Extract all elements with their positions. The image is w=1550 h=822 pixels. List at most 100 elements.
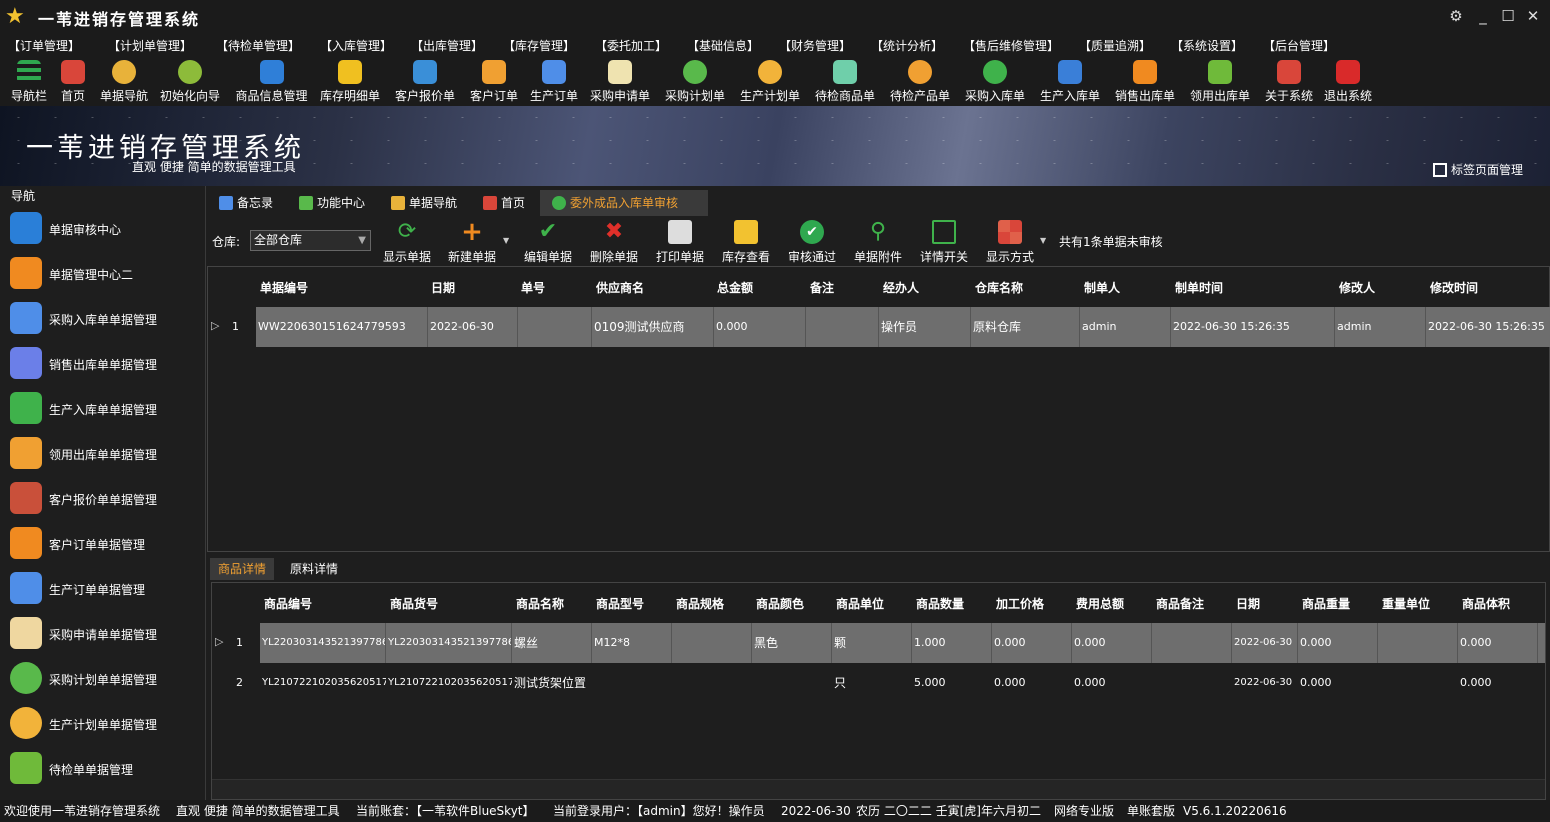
settings-gear-icon[interactable]: ⚙ (1445, 5, 1467, 27)
sidebar-item-customer-quote[interactable]: 客户报价单单据管理 (0, 475, 205, 519)
col-modify-time[interactable]: 修改时间 (1430, 279, 1478, 296)
col-product-qty[interactable]: 商品数量 (916, 595, 964, 612)
tb-purchase-inbound-button[interactable]: 采购入库单 (965, 60, 1025, 104)
tb-purchase-plan-button[interactable]: 采购计划单 (665, 60, 725, 104)
display-mode-button[interactable]: 显示方式 (986, 220, 1034, 265)
tb-nav-button[interactable]: 导航栏 (9, 60, 49, 104)
sidebar-item-purchase-request[interactable]: 采购申请单单据管理 (0, 610, 205, 654)
print-doc-button[interactable]: 打印单据 (656, 220, 704, 265)
tb-stock-detail-button[interactable]: 库存明细单 (320, 60, 380, 104)
menu-orders[interactable]: 【订单管理】 (8, 37, 80, 54)
col-weight-unit[interactable]: 重量单位 (1382, 595, 1430, 612)
tab-memo[interactable]: 备忘录 (207, 190, 287, 216)
new-doc-button[interactable]: + 新建单据 (448, 219, 496, 265)
tab-material-details[interactable]: 原料详情 (282, 558, 346, 580)
menu-outsourcing[interactable]: 【委托加工】 (595, 37, 667, 54)
show-docs-button[interactable]: ⟳ 显示单据 (383, 220, 431, 265)
delete-doc-button[interactable]: ✖ 删除单据 (590, 220, 638, 265)
tb-purchase-request-button[interactable]: 采购申请单 (590, 60, 650, 104)
col-product-spec[interactable]: 商品规格 (676, 595, 724, 612)
col-product-model[interactable]: 商品型号 (596, 595, 644, 612)
menu-basic-info[interactable]: 【基础信息】 (687, 37, 759, 54)
col-warehouse[interactable]: 仓库名称 (975, 279, 1023, 296)
menu-inbound[interactable]: 【入库管理】 (320, 37, 392, 54)
sidebar-item-purchase-inbound[interactable]: 采购入库单单据管理 (0, 295, 205, 339)
tb-production-order-button[interactable]: 生产订单 (530, 60, 578, 104)
sidebar-item-audit-center[interactable]: 单据审核中心 (0, 205, 205, 249)
minimize-button[interactable]: _ (1472, 5, 1494, 27)
col-product-color[interactable]: 商品颜色 (756, 595, 804, 612)
horizontal-scrollbar[interactable] (212, 779, 1545, 799)
col-date[interactable]: 日期 (431, 279, 455, 296)
tab-home[interactable]: 首页 (471, 190, 539, 216)
tab-manage-button[interactable]: 标签页面管理 (1433, 161, 1523, 178)
tb-doc-nav-button[interactable]: 单据导航 (100, 60, 148, 104)
menu-quality[interactable]: 【质量追溯】 (1079, 37, 1151, 54)
tb-production-inbound-button[interactable]: 生产入库单 (1040, 60, 1100, 104)
sidebar-item-sales-outbound[interactable]: 销售出库单单据管理 (0, 340, 205, 384)
col-total[interactable]: 总金额 (717, 279, 753, 296)
menu-statistics[interactable]: 【统计分析】 (871, 37, 943, 54)
tb-production-plan-button[interactable]: 生产计划单 (740, 60, 800, 104)
col-product-name[interactable]: 商品名称 (516, 595, 564, 612)
sidebar-item-purchase-plan[interactable]: 采购计划单单据管理 (0, 655, 205, 699)
edit-doc-button[interactable]: ✔ 编辑单据 (524, 220, 572, 265)
menu-finance[interactable]: 【财务管理】 (779, 37, 851, 54)
tb-about-button[interactable]: 关于系统 (1265, 60, 1313, 104)
close-button[interactable]: ✕ (1522, 5, 1544, 27)
col-create-time[interactable]: 制单时间 (1175, 279, 1223, 296)
col-creator[interactable]: 制单人 (1084, 279, 1120, 296)
col-product-sku[interactable]: 商品货号 (390, 595, 438, 612)
menu-settings[interactable]: 【系统设置】 (1171, 37, 1243, 54)
col-supplier[interactable]: 供应商名 (596, 279, 644, 296)
tb-sales-outbound-button[interactable]: 销售出库单 (1115, 60, 1175, 104)
col-product-unit[interactable]: 商品单位 (836, 595, 884, 612)
tab-function-center[interactable]: 功能中心 (287, 190, 377, 216)
sidebar-item-customer-order[interactable]: 客户订单单据管理 (0, 520, 205, 564)
tb-quote-button[interactable]: 客户报价单 (395, 60, 455, 104)
menu-after-sales[interactable]: 【售后维修管理】 (963, 37, 1059, 54)
col-detail-date[interactable]: 日期 (1236, 595, 1260, 612)
table-row[interactable]: ▷ 1 YL220303143521397786 YL2203031435213… (212, 623, 1545, 663)
sidebar-item-production-order[interactable]: 生产订单单据管理 (0, 565, 205, 609)
menu-inspection[interactable]: 【待检单管理】 (216, 37, 300, 54)
sidebar-item-production-inbound[interactable]: 生产入库单单据管理 (0, 385, 205, 429)
tb-exit-button[interactable]: 退出系统 (1322, 60, 1374, 104)
tb-init-wizard-button[interactable]: 初始化向导 (160, 60, 220, 104)
table-row[interactable]: 2 YL210722102035620517 YL210722102035620… (212, 663, 1545, 703)
dropdown-arrow-icon[interactable]: ▼ (503, 236, 509, 245)
menu-plans[interactable]: 【计划单管理】 (108, 37, 192, 54)
col-product-code[interactable]: 商品编号 (264, 595, 312, 612)
tb-pending-products-button[interactable]: 待检产品单 (890, 60, 950, 104)
tb-requisition-outbound-button[interactable]: 领用出库单 (1190, 60, 1250, 104)
tb-customer-order-button[interactable]: 客户订单 (470, 60, 518, 104)
approve-button[interactable]: ✔ 审核通过 (788, 220, 836, 265)
menu-inventory[interactable]: 【库存管理】 (503, 37, 575, 54)
col-total-cost[interactable]: 费用总额 (1076, 595, 1124, 612)
tab-product-details[interactable]: 商品详情 (210, 558, 275, 580)
col-product-remark[interactable]: 商品备注 (1156, 595, 1204, 612)
table-row[interactable]: ▷ 1 WW220630151624779593 2022-06-30 0109… (208, 307, 1550, 347)
col-process-price[interactable]: 加工价格 (996, 595, 1044, 612)
sidebar-item-production-plan[interactable]: 生产计划单单据管理 (0, 700, 205, 744)
attachment-button[interactable]: ⚲ 单据附件 (854, 220, 902, 265)
tb-product-info-button[interactable]: 商品信息管理 (235, 60, 308, 104)
warehouse-select[interactable]: 全部仓库 ▼ (250, 230, 371, 251)
col-volume[interactable]: 商品体积 (1462, 595, 1510, 612)
stock-view-button[interactable]: 库存查看 (722, 220, 770, 265)
sidebar-item-doc-center-2[interactable]: 单据管理中心二 (0, 250, 205, 294)
details-toggle-button[interactable]: 详情开关 (920, 220, 968, 265)
col-handler[interactable]: 经办人 (883, 279, 919, 296)
tb-pending-goods-button[interactable]: 待检商品单 (815, 60, 875, 104)
col-modifier[interactable]: 修改人 (1339, 279, 1375, 296)
sidebar-item-pending-inspection[interactable]: 待检单单据管理 (0, 745, 205, 789)
col-doc-no[interactable]: 单据编号 (260, 279, 308, 296)
tb-home-button[interactable]: 首页 (58, 60, 88, 104)
sidebar-item-requisition-outbound[interactable]: 领用出库单单据管理 (0, 430, 205, 474)
menu-backend[interactable]: 【后台管理】 (1263, 37, 1335, 54)
tab-doc-nav[interactable]: 单据导航 (379, 190, 469, 216)
display-dropdown-icon[interactable]: ▼ (1040, 236, 1046, 245)
maximize-button[interactable]: ☐ (1497, 5, 1519, 27)
col-order-no[interactable]: 单号 (521, 279, 545, 296)
col-weight[interactable]: 商品重量 (1302, 595, 1350, 612)
